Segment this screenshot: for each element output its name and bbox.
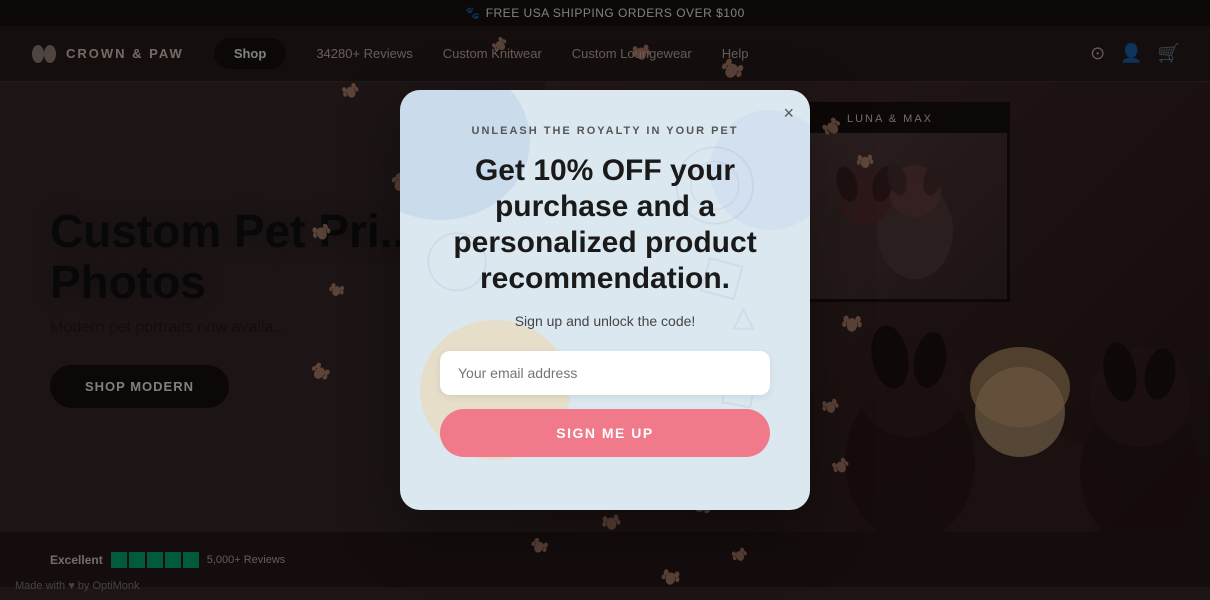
popup-description: Sign up and unlock the code! xyxy=(440,313,770,329)
sign-me-up-button[interactable]: SIGN ME UP xyxy=(440,409,770,457)
popup-content: UNLEASH THE ROYALTY IN YOUR PET Get 10% … xyxy=(440,125,770,457)
popup-headline: Get 10% OFF your purchase and a personal… xyxy=(440,153,770,297)
email-input[interactable] xyxy=(440,351,770,395)
popup-close-button[interactable]: × xyxy=(783,104,794,122)
popup-subtitle: UNLEASH THE ROYALTY IN YOUR PET xyxy=(440,125,770,137)
popup-modal: × UNLEASH THE ROYALTY IN YOUR PET Get 10… xyxy=(400,90,810,510)
